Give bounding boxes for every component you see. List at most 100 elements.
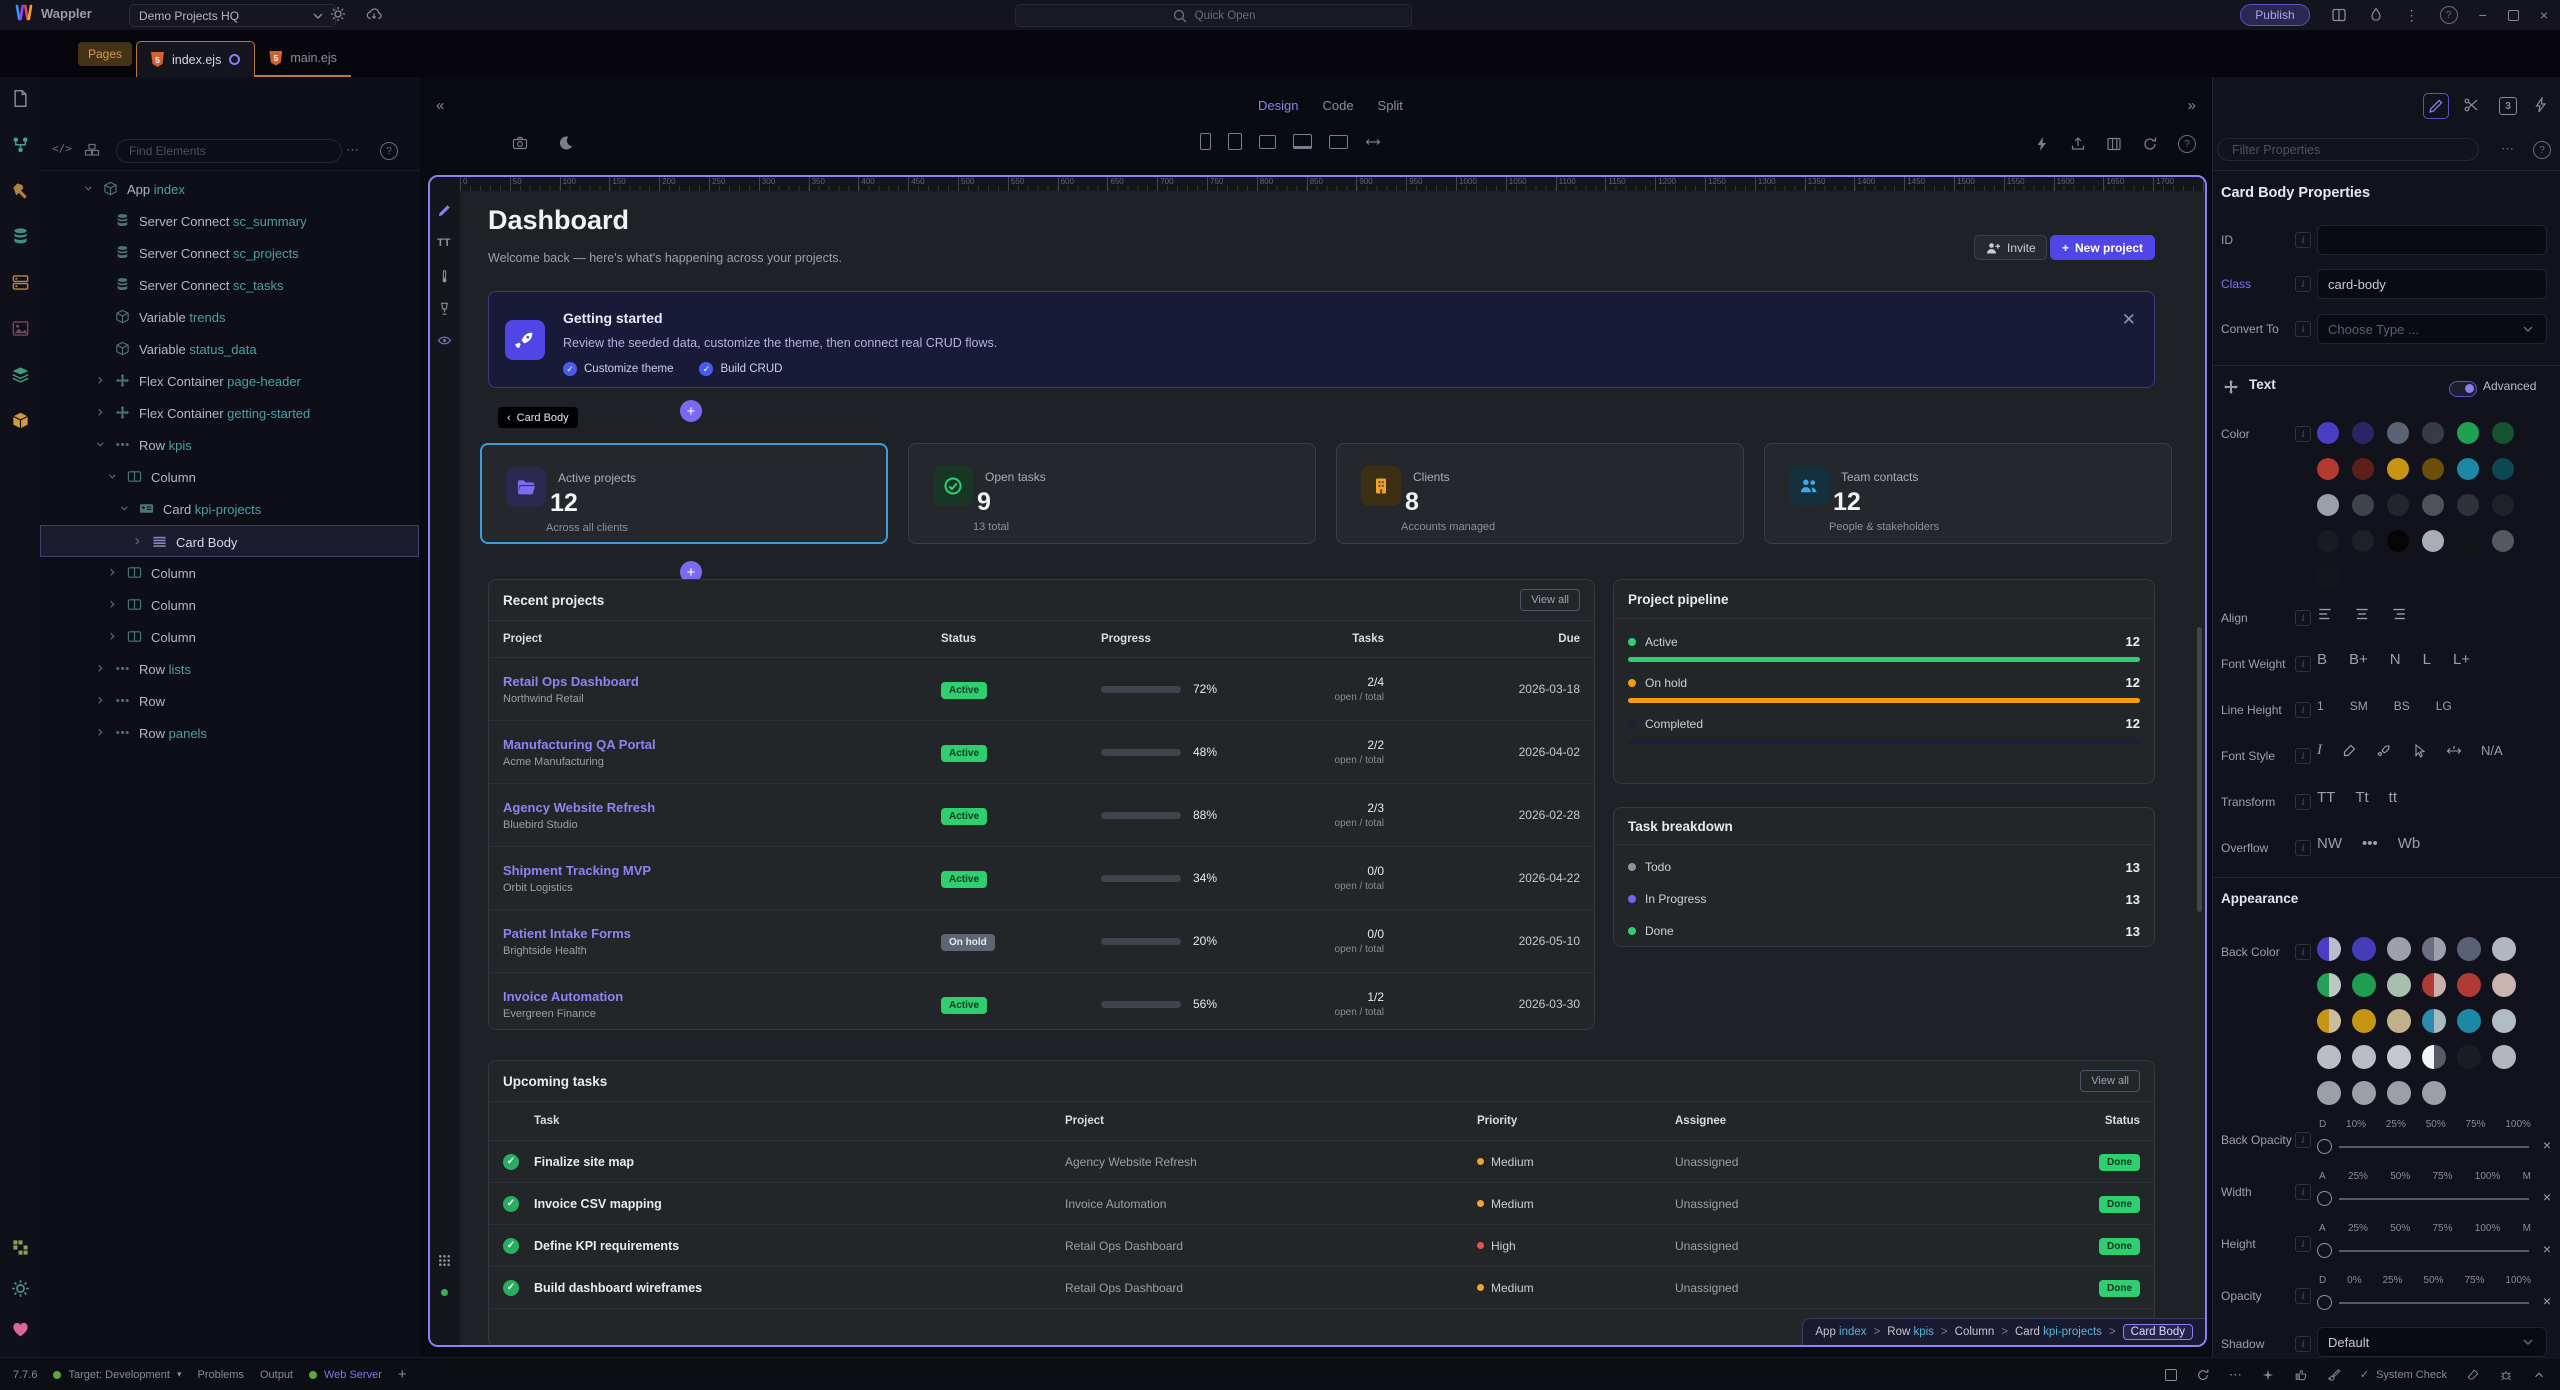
tree-item-flex-container-page-header[interactable]: Flex Container page-header (40, 365, 419, 397)
theme-lamp-tool-icon[interactable] (437, 301, 452, 316)
info-icon[interactable]: i (2295, 1184, 2311, 1200)
info-icon[interactable]: i (2295, 1132, 2311, 1148)
tablet-portrait-icon[interactable] (1228, 133, 1242, 150)
back-color-swatch[interactable] (2492, 1009, 2516, 1033)
sparkle-ai-icon[interactable] (2261, 1368, 2275, 1382)
font-weight-option[interactable]: L (2423, 651, 2431, 668)
slider-tick[interactable]: M (2523, 1171, 2531, 1182)
chevron-right-icon[interactable] (107, 631, 119, 643)
pixel-icon[interactable] (11, 1238, 30, 1257)
back-color-swatch[interactable] (2422, 1081, 2446, 1105)
back-color-swatch[interactable] (2422, 1045, 2446, 1069)
pages-button[interactable]: Pages (78, 42, 132, 66)
tree-item-column[interactable]: Column (40, 589, 419, 621)
recent-project-row[interactable]: Invoice AutomationEvergreen FinanceActiv… (489, 973, 1594, 1030)
color-swatch[interactable] (2492, 530, 2514, 552)
font-weight-option[interactable]: B (2317, 651, 2327, 668)
banner-close-icon[interactable]: ✕ (2122, 310, 2136, 330)
file-tab-index.ejs[interactable]: 5index.ejs (136, 41, 255, 77)
project-link[interactable]: Invoice Automation (503, 989, 941, 1004)
kebab-menu-icon[interactable]: ⋮ (2405, 7, 2419, 24)
tree-item-row-kpis[interactable]: Row kpis (40, 429, 419, 461)
back-color-swatch[interactable] (2457, 1009, 2481, 1033)
style-injector-tool-icon[interactable] (437, 269, 452, 284)
info-icon[interactable]: i (2295, 321, 2311, 337)
clear-icon[interactable]: × (2543, 1241, 2551, 1257)
project-link[interactable]: Retail Ops Dashboard (503, 674, 941, 689)
slider-knob[interactable] (2317, 1295, 2332, 1310)
output-button[interactable]: Output (260, 1369, 293, 1381)
font-weight-option[interactable]: B+ (2349, 651, 2368, 668)
scissors-icon[interactable] (2463, 97, 2479, 113)
layers-panel-icon[interactable] (11, 365, 30, 384)
back-color-swatch[interactable] (2317, 1045, 2341, 1069)
box-panel-icon[interactable] (11, 411, 30, 430)
collapse-right-icon[interactable]: » (2188, 97, 2196, 114)
line-height-option[interactable]: SM (2350, 699, 2368, 713)
chevron-right-icon[interactable] (107, 599, 119, 611)
upcoming-task-row[interactable]: ✓Invoice CSV mappingInvoice AutomationMe… (489, 1183, 2154, 1225)
explorer-help-icon[interactable]: ? (380, 142, 398, 160)
color-swatch[interactable] (2352, 422, 2374, 444)
chevron-right-icon[interactable] (95, 695, 107, 707)
back-color-swatch[interactable] (2387, 1045, 2411, 1069)
problems-button[interactable]: Problems (198, 1369, 244, 1381)
publish-button[interactable]: Publish (2240, 4, 2309, 26)
back-color-swatch[interactable] (2352, 1009, 2376, 1033)
color-swatch[interactable] (2457, 494, 2479, 516)
explorer-more-icon[interactable]: ⋯ (346, 142, 359, 158)
window-close-icon[interactable]: × (2540, 7, 2548, 23)
text-tool-icon[interactable]: TT (437, 237, 450, 249)
color-swatch[interactable] (2457, 458, 2479, 480)
back-color-swatch[interactable] (2492, 937, 2516, 961)
advanced-toggle[interactable] (2449, 381, 2477, 397)
back-color-swatch[interactable] (2492, 973, 2516, 997)
info-icon[interactable]: i (2295, 276, 2311, 292)
properties-help-icon[interactable]: ? (2533, 141, 2551, 159)
color-swatch[interactable] (2492, 494, 2514, 516)
back-color-swatch[interactable] (2457, 1045, 2481, 1069)
color-swatch[interactable] (2457, 422, 2479, 444)
font-weight-option[interactable]: N (2390, 651, 2401, 668)
tree-item-column[interactable]: Column (40, 461, 419, 493)
info-icon[interactable]: i (2295, 944, 2311, 960)
help-icon[interactable]: ? (2440, 6, 2458, 24)
color-swatch[interactable] (2492, 458, 2514, 480)
color-swatch[interactable] (2422, 494, 2444, 516)
window-maximize-icon[interactable] (2508, 10, 2519, 21)
recent-project-row[interactable]: Patient Intake FormsBrightside HealthOn … (489, 910, 1594, 973)
web-server-button[interactable]: Web Server (309, 1369, 382, 1381)
line-height-option[interactable]: BS (2394, 699, 2410, 713)
flow-panel-icon[interactable] (11, 135, 30, 154)
info-icon[interactable]: i (2295, 610, 2311, 626)
align-right-icon[interactable] (2389, 605, 2407, 623)
info-icon[interactable]: i (2295, 426, 2311, 442)
phone-device-icon[interactable] (1200, 133, 1211, 150)
id-input[interactable] (2317, 225, 2547, 255)
invite-button[interactable]: Invite (1974, 235, 2047, 260)
color-swatch[interactable] (2387, 530, 2409, 552)
add-element-button[interactable]: + (680, 400, 702, 422)
slider-tick[interactable]: 50% (2390, 1171, 2410, 1182)
recent-project-row[interactable]: Manufacturing QA PortalAcme Manufacturin… (489, 721, 1594, 784)
tree-item-flex-container-getting-started[interactable]: Flex Container getting-started (40, 397, 419, 429)
project-selector[interactable]: Demo Projects HQ (129, 4, 336, 27)
back-color-swatch[interactable] (2422, 973, 2446, 997)
tree-item-variable-trends[interactable]: Variable trends (40, 301, 419, 333)
target-selector[interactable]: Target: Development▾ (53, 1369, 181, 1381)
chevron-right-icon[interactable] (95, 727, 107, 739)
slider-tick[interactable]: M (2523, 1223, 2531, 1234)
info-icon[interactable]: i (2295, 840, 2311, 856)
components-icon[interactable] (84, 142, 100, 158)
hover-hand-icon[interactable] (2411, 743, 2427, 759)
upcoming-task-row[interactable]: ✓Finalize site mapAgency Website Refresh… (489, 1141, 2154, 1183)
slider-knob[interactable] (2317, 1139, 2332, 1154)
edit-pencil-tool-icon[interactable] (437, 203, 452, 218)
live-data-lightning-icon[interactable] (2034, 135, 2050, 153)
screenshot-camera-icon[interactable] (512, 135, 528, 151)
shadow-select[interactable]: Default (2317, 1327, 2547, 1357)
slider-tick[interactable]: 50% (2390, 1223, 2410, 1234)
slider-tick[interactable]: 75% (2433, 1223, 2453, 1234)
more-options-icon[interactable]: ⋯ (2229, 1367, 2242, 1383)
back-color-swatch[interactable] (2387, 973, 2411, 997)
